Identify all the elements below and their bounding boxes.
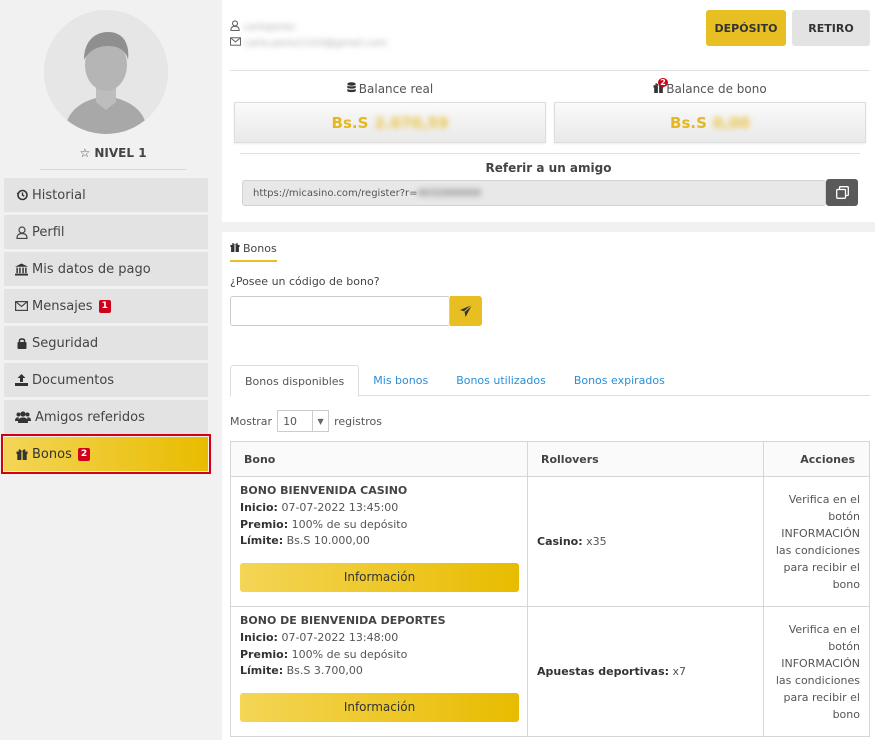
sidebar-nav: Historial Perfil Mis datos de pago Mensa… <box>1 178 211 474</box>
bono-limit: Límite: Bs.S 10.000,00 <box>240 534 370 547</box>
submit-code-button[interactable] <box>450 296 482 326</box>
bonus-table: Bono Rollovers Acciones BONO BIENVENIDA … <box>230 441 870 737</box>
bonus-card: Bonos ¿Posee un código de bono? Bonos di… <box>222 232 875 740</box>
divider <box>40 169 186 170</box>
bonus-balance-label: 2 Balance de bono <box>554 78 866 96</box>
bono-cell: BONO DE BIENVENIDA DEPORTES Inicio: 07-0… <box>230 606 528 737</box>
copy-button[interactable] <box>826 179 858 206</box>
action-cell: Verifica en el botón INFORMACIÓN las con… <box>763 606 870 737</box>
gift-icon <box>230 242 240 255</box>
avatar <box>44 10 168 134</box>
envelope-icon <box>230 37 242 49</box>
withdraw-button[interactable]: RETIRO <box>792 10 870 46</box>
bono-start: Inicio: 07-07-2022 13:45:00 <box>240 501 399 514</box>
tab-mis-bonos[interactable]: Mis bonos <box>359 365 442 396</box>
bonus-code-input[interactable] <box>230 296 450 326</box>
bonus-badge: 2 <box>77 447 91 461</box>
real-balance-amount: 2.070,59 <box>374 113 449 132</box>
bonus-section-tab[interactable]: Bonos <box>230 242 277 262</box>
tab-bonos-disponibles[interactable]: Bonos disponibles <box>230 365 360 397</box>
sidebar-item-amigos-referidos[interactable]: Amigos referidos <box>4 400 208 434</box>
paper-plane-icon <box>460 305 472 317</box>
bank-icon <box>15 262 28 276</box>
history-icon <box>15 189 28 202</box>
account-card: carloperez carlo.perez1103@gmail.com DEP… <box>222 0 875 222</box>
sidebar-item-historial[interactable]: Historial <box>4 178 208 212</box>
user-silhouette-icon <box>44 10 168 134</box>
database-icon <box>347 82 356 96</box>
deposit-button[interactable]: DEPÓSITO <box>706 10 786 46</box>
star-icon: ☆ <box>79 146 91 160</box>
bono-limit: Límite: Bs.S 3.700,00 <box>240 664 363 677</box>
bonus-code-question: ¿Posee un código de bono? <box>230 275 380 288</box>
refer-title: Referir a un amigo <box>485 161 612 175</box>
email: carlo.perez1103@gmail.com <box>244 37 388 49</box>
sidebar-item-mensajes[interactable]: Mensajes 1 <box>4 289 208 323</box>
real-balance-box: Bs.S 2.070,59 <box>234 102 546 143</box>
copy-icon <box>835 186 849 199</box>
page-length-select[interactable]: 10 ▼ <box>277 410 330 432</box>
sidebar-item-perfil[interactable]: Perfil <box>4 215 208 249</box>
info-button[interactable]: Información <box>240 562 519 592</box>
user-icon <box>15 225 28 239</box>
bono-prize: Premio: 100% de su depósito <box>240 517 408 531</box>
divider <box>230 70 870 71</box>
bonus-balance-box: Bs.S 0,00 <box>554 102 866 143</box>
table-header-row: Bono Rollovers Acciones <box>230 441 870 477</box>
rollover-cell: Casino: x35 <box>526 476 765 607</box>
bono-name: BONO DE BIENVENIDA DEPORTES <box>240 614 446 627</box>
column-header-acciones[interactable]: Acciones <box>763 441 870 477</box>
column-header-bono[interactable]: Bono <box>230 441 528 477</box>
bonus-balance-badge: 2 <box>658 78 668 87</box>
table-row: BONO BIENVENIDA CASINO Inicio: 07-07-202… <box>230 476 870 607</box>
bono-start: Inicio: 07-07-2022 13:48:00 <box>240 631 399 644</box>
bono-cell: BONO BIENVENIDA CASINO Inicio: 07-07-202… <box>230 476 528 607</box>
bono-prize: Premio: 100% de su depósito <box>240 647 408 661</box>
gift-icon <box>15 448 28 461</box>
tab-bonos-expirados[interactable]: Bonos expirados <box>560 365 679 396</box>
sidebar-item-bonos[interactable]: Bonos 2 <box>1 434 211 474</box>
bonus-tabs: Bonos disponibles Mis bonos Bonos utiliz… <box>230 365 870 397</box>
bono-name: BONO BIENVENIDA CASINO <box>240 484 408 497</box>
messages-badge: 1 <box>98 299 111 313</box>
info-button[interactable]: Información <box>240 692 519 722</box>
upload-icon <box>15 374 28 387</box>
rollover-cell: Apuestas deportivas: x7 <box>526 606 765 737</box>
table-row: BONO DE BIENVENIDA DEPORTES Inicio: 07-0… <box>230 606 870 737</box>
sidebar-item-seguridad[interactable]: Seguridad <box>4 326 208 360</box>
users-icon <box>15 411 31 424</box>
gift-icon: 2 <box>653 78 668 96</box>
referral-code: 4032000000 <box>417 187 482 199</box>
column-header-rollovers[interactable]: Rollovers <box>526 441 765 477</box>
chevron-down-icon: ▼ <box>312 411 328 431</box>
referral-link-input[interactable]: https://micasino.com/register?r= 4032000… <box>242 180 826 206</box>
envelope-icon <box>15 300 28 313</box>
user-icon <box>230 20 240 34</box>
divider <box>240 153 860 154</box>
tab-bonos-utilizados[interactable]: Bonos utilizados <box>442 365 560 396</box>
username: carloperez <box>243 21 296 33</box>
lock-icon <box>15 337 28 350</box>
real-balance-label: Balance real <box>234 82 546 96</box>
username-row: carloperez <box>230 20 295 34</box>
bonus-balance-amount: 0,00 <box>712 113 750 132</box>
sidebar-item-datos-pago[interactable]: Mis datos de pago <box>4 252 208 286</box>
sidebar-item-documentos[interactable]: Documentos <box>4 363 208 397</box>
email-row: carlo.perez1103@gmail.com <box>230 37 387 49</box>
page-length-control: Mostrar 10 ▼ registros <box>230 410 382 432</box>
sidebar: ☆ NIVEL 1 Historial Perfil Mis datos de … <box>0 0 214 740</box>
action-cell: Verifica en el botón INFORMACIÓN las con… <box>763 476 870 607</box>
level-label: ☆ NIVEL 1 <box>79 146 147 160</box>
